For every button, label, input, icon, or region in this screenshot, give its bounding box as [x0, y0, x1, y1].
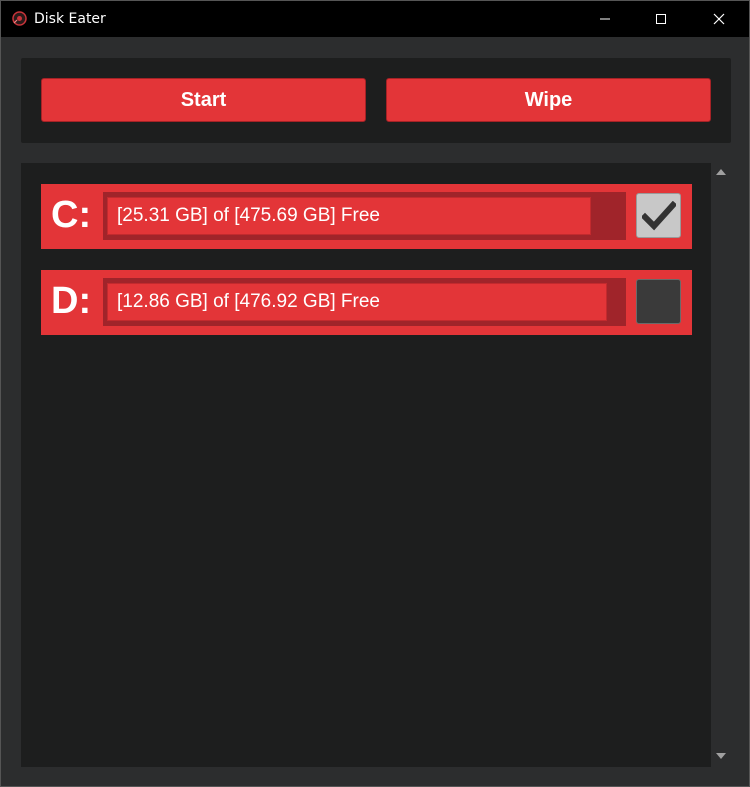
drive-list-scrollbar[interactable] — [711, 163, 731, 767]
drive-letter: C: — [51, 194, 92, 236]
scroll-up-arrow-icon[interactable] — [716, 169, 726, 175]
minimize-button[interactable] — [582, 1, 628, 37]
title-bar[interactable]: Disk Eater — [1, 1, 749, 37]
close-button[interactable] — [696, 1, 742, 37]
drive-list: C: [25.31 GB] of [475.69 GB] Free D: [12… — [21, 163, 711, 767]
drive-row-d: D: [12.86 GB] of [476.92 GB] Free — [41, 270, 692, 335]
drive-select-checkbox[interactable] — [636, 193, 681, 238]
free-space-bar: [12.86 GB] of [476.92 GB] Free — [103, 278, 626, 326]
close-icon — [713, 13, 725, 25]
maximize-icon — [656, 14, 666, 24]
drive-select-checkbox[interactable] — [636, 279, 681, 324]
drive-letter: D: — [51, 280, 92, 322]
free-space-bar: [25.31 GB] of [475.69 GB] Free — [103, 192, 626, 240]
free-space-label: [25.31 GB] of [475.69 GB] Free — [117, 205, 380, 226]
start-button[interactable]: Start — [41, 78, 366, 122]
disk-eater-window: Disk Eater Start Wipe C: [25.31 GB] of [… — [0, 0, 750, 787]
wipe-button[interactable]: Wipe — [386, 78, 711, 122]
window-title: Disk Eater — [34, 11, 106, 27]
free-space-label: [12.86 GB] of [476.92 GB] Free — [117, 291, 380, 312]
checkmark-icon — [641, 200, 676, 230]
drive-row-c: C: [25.31 GB] of [475.69 GB] Free — [41, 184, 692, 249]
action-toolbar: Start Wipe — [21, 58, 731, 143]
scroll-down-arrow-icon[interactable] — [716, 753, 726, 759]
disk-eater-app-icon — [12, 11, 27, 26]
minimize-icon — [600, 18, 610, 20]
maximize-button[interactable] — [638, 1, 684, 37]
